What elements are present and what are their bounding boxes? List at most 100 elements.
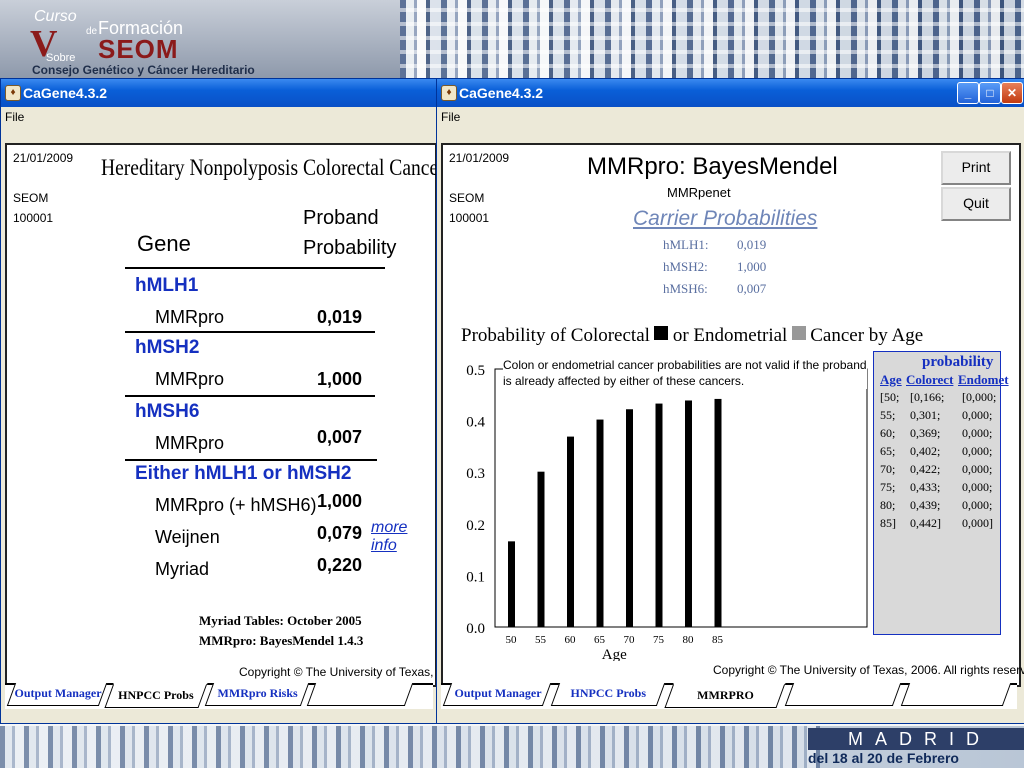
left-date: 21/01/2009 [13,151,74,165]
y-tick-label: 0.5 [466,363,485,379]
x-tick-label: 80 [683,634,695,646]
table-cell: 0,000; [962,408,993,422]
table-cell: 0,369; [910,426,941,440]
table-cell: 0,000; [962,498,993,512]
table-cell: 0,433; [910,480,941,494]
table-cell: 0,402; [910,444,941,458]
chart-note: Colon or endometrial cancer probabilitie… [503,357,867,389]
x-tick-label: 60 [565,634,577,646]
carrier-gene: hMSH2: [663,259,708,274]
copyright: Copyright © The University of Texas, 200… [713,663,1024,677]
prob-value: 1,000 [317,369,363,389]
prob-value: 0,079 [317,523,363,543]
carrier-gene: hMLH1: [663,237,709,252]
tab-mmrpro-risks[interactable]: MMRpro Risks [204,683,310,706]
mmrpro-title: MMRpro: BayesMendel [587,153,838,180]
tab-output-manager[interactable]: Output Manager [442,683,552,706]
carrier-probabilities-title: Carrier Probabilities [633,207,818,230]
minimize-button[interactable]: _ [957,82,979,104]
model-row: MMRpro (+ hMSH6) [155,495,317,515]
model-row: Myriad [155,559,210,579]
table-cell: 80; [880,498,896,512]
tab-output-manager[interactable]: Output Manager [6,683,108,706]
logo-seom: SEOM [98,34,179,64]
tab-empty[interactable] [900,683,1012,706]
bar-colorectal [655,403,663,627]
prob-value: 0,007 [317,427,363,447]
tab-hnpcc-probs[interactable]: HNPCC Probs [104,683,208,708]
left-title-bar[interactable]: ♦ CaGene4.3.2 [1,79,437,107]
divider [125,459,377,461]
gene-either: Either hMLH1 or hMSH2 [135,463,352,484]
right-title-bar[interactable]: ♦ CaGene4.3.2 _ □ ✕ [437,79,1024,107]
right-window-title: CaGene4.3.2 [459,85,544,101]
x-tick-label: 70 [624,634,636,646]
x-tick-label: 85 [712,634,724,646]
right-date: 21/01/2009 [449,151,510,165]
bottom-stripes [0,726,820,768]
tab-empty[interactable] [306,683,414,706]
tab-mmrpro[interactable]: MMRPRO [664,683,786,708]
table-cell: 0,422; [910,462,941,476]
tab-label: Output Manager [454,686,542,700]
right-menu-file[interactable]: File [441,110,460,124]
bar-colorectal [626,409,633,627]
logo-curso: Curso [34,8,77,25]
mmrpro-subtitle: MMRpenet [667,185,731,200]
col-proband-header-1: Proband [303,207,379,229]
footer-dates: del 18 al 20 de Febrero [808,750,959,766]
left-menu-file[interactable]: File [5,110,24,124]
app-icon: ♦ [5,85,21,101]
carrier-value: 0,007 [737,281,767,296]
tab-empty[interactable] [784,683,902,706]
legend-colorectal-swatch [654,326,669,340]
y-tick-label: 0.0 [466,621,485,637]
x-axis-label: Age [602,647,627,661]
app-icon: ♦ [441,85,457,101]
model-row: MMRpro [155,307,225,327]
left-id: 100001 [13,211,54,225]
bar-colorectal [567,436,574,627]
prob-value: 0,220 [317,555,363,575]
table-cell: 0,442] [910,516,941,530]
carrier-value: 0,019 [737,237,767,252]
col-gene-header: Gene [137,231,191,256]
bar-colorectal [508,541,515,627]
maximize-button[interactable]: □ [979,82,1001,104]
x-tick-label: 65 [594,634,606,646]
tab-label: MMRpro Risks [217,686,298,700]
footer-city: MADRID [808,728,1024,750]
quit-button[interactable]: Quit [941,187,1011,221]
right-menu-bar: File [437,107,1024,127]
x-tick-label: 75 [653,634,665,646]
close-button[interactable]: ✕ [1001,82,1023,104]
table-cell: 0,301; [910,408,941,422]
note-myriad: Myriad Tables: October 2005 [199,613,362,628]
table-cell: 60; [880,426,896,440]
more-info-link[interactable]: more info [371,519,435,555]
table-cell: 0,000; [962,462,993,476]
prob-value: 1,000 [317,491,363,511]
legend-prefix: Probability of Colorectal [461,325,650,346]
table-cell: 0,000; [962,444,993,458]
chart-legend: Probability of Colorectal or Endometrial… [461,325,923,347]
divider [125,395,375,397]
right-content: 21/01/2009 SEOM 100001 MMRpro: BayesMend… [441,143,1024,687]
table-cell: [50; [880,390,900,404]
tab-label: Output Manager [14,686,102,700]
table-cell: 0,439; [910,498,941,512]
bar-colorectal [714,398,722,627]
print-button[interactable]: Print [941,151,1011,185]
tab-hnpcc-probs[interactable]: HNPCC Probs [550,683,666,706]
bar-colorectal [596,419,604,627]
logo-de: de [86,26,98,37]
model-row: Weijnen [155,527,220,547]
table-header-endomet: Endomet [958,372,1009,387]
gene-hmsh6: hMSH6 [135,401,200,422]
page-title: Hereditary Nonpolyposis Colorectal Cance… [101,155,445,180]
table-cell: [0,000; [962,390,997,404]
left-tab-bar: Output Manager HNPCC Probs MMRpro Risks [5,683,433,709]
model-row: MMRpro [155,369,225,389]
table-cell: 85] [880,516,896,530]
table-header-colorect: Colorect [906,372,954,387]
